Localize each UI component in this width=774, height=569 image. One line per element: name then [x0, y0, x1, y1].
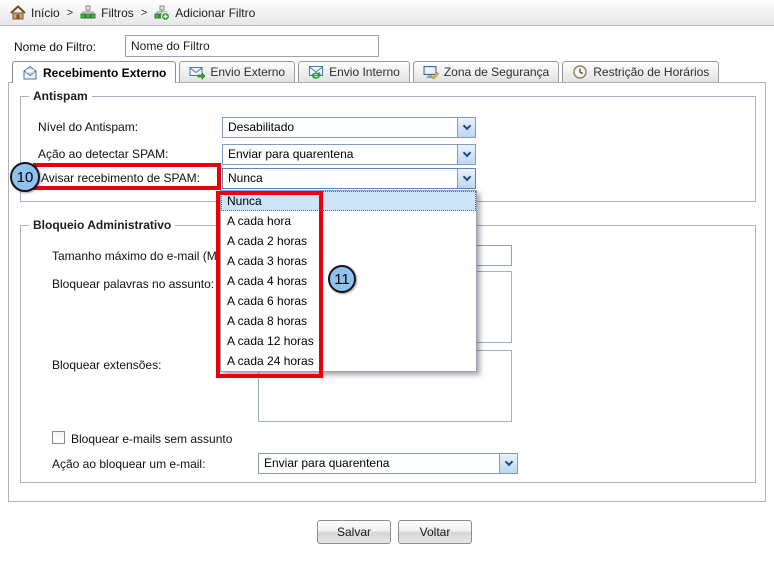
- chevron-down-icon[interactable]: [457, 145, 475, 164]
- select-value: Enviar para quarentena: [223, 145, 457, 164]
- breadcrumb-label: Adicionar Filtro: [175, 6, 255, 20]
- tab-strip: Recebimento Externo Envio Externo: [12, 61, 719, 83]
- acao-detectar-spam-select[interactable]: Enviar para quarentena: [222, 144, 476, 165]
- select-value: Nunca: [223, 169, 457, 188]
- breadcrumb-inicio[interactable]: Início: [10, 5, 60, 21]
- tab-label: Restrição de Horários: [593, 65, 709, 79]
- tab-label: Zona de Segurança: [444, 65, 549, 79]
- breadcrumb-label: Filtros: [101, 6, 134, 20]
- select-value: Enviar para quarentena: [259, 454, 499, 473]
- annotation-badge-11: 11: [328, 265, 356, 293]
- tab-label: Envio Externo: [210, 65, 285, 79]
- select-value: Desabilitado: [223, 118, 457, 137]
- acao-bloquear-label: Ação ao bloquear um e-mail:: [52, 457, 205, 471]
- tab-recebimento-externo[interactable]: Recebimento Externo: [12, 61, 176, 83]
- tab-zona-de-seguranca[interactable]: Zona de Segurança: [413, 61, 559, 82]
- breadcrumb-label: Início: [31, 6, 60, 20]
- chevron-down-icon[interactable]: [457, 169, 475, 188]
- monitor-edit-icon: [423, 64, 439, 80]
- org-chart-add-icon: [154, 5, 170, 21]
- home-icon: [10, 5, 26, 21]
- open-envelope-icon: [22, 65, 38, 81]
- breadcrumb-adicionar-filtro: Adicionar Filtro: [154, 5, 255, 21]
- bloquear-sem-assunto-label: Bloquear e-mails sem assunto: [71, 432, 232, 446]
- antispam-legend: Antispam: [29, 89, 92, 103]
- tab-label: Envio Interno: [329, 65, 400, 79]
- breadcrumb-separator: >: [141, 7, 147, 19]
- tab-label: Recebimento Externo: [43, 66, 166, 80]
- bloquear-sem-assunto-checkbox[interactable]: [52, 431, 65, 444]
- tab-envio-externo[interactable]: Envio Externo: [179, 61, 295, 82]
- chevron-down-icon[interactable]: [457, 118, 475, 137]
- acao-detectar-spam-label: Ação ao detectar SPAM:: [38, 147, 169, 161]
- acao-bloquear-select[interactable]: Enviar para quarentena: [258, 453, 518, 474]
- org-chart-icon: [80, 5, 96, 21]
- dropdown-option[interactable]: A cada 2 horas: [221, 231, 476, 251]
- dropdown-option[interactable]: A cada 6 horas: [221, 291, 476, 311]
- dropdown-option[interactable]: Nunca: [221, 191, 476, 211]
- back-button[interactable]: Voltar: [398, 520, 472, 544]
- bloquear-extensoes-label: Bloquear extensões:: [52, 358, 161, 372]
- tamanho-maximo-label: Tamanho máximo do e-mail (M: [52, 249, 217, 263]
- annotation-badge-10: 10: [10, 162, 40, 192]
- save-button[interactable]: Salvar: [317, 520, 391, 544]
- avisar-recebimento-label: Avisar recebimento de SPAM:: [41, 171, 200, 185]
- tab-restricao-de-horarios[interactable]: Restrição de Horários: [562, 61, 719, 82]
- breadcrumb: Início > Filtros >: [0, 0, 774, 26]
- page: Início > Filtros >: [0, 0, 774, 569]
- envelope-sync-icon: [308, 64, 324, 80]
- breadcrumb-filtros[interactable]: Filtros: [80, 5, 134, 21]
- breadcrumb-separator: >: [67, 7, 73, 19]
- filter-name-label: Nome do Filtro:: [14, 40, 96, 54]
- clock-icon: [572, 64, 588, 80]
- filter-name-input[interactable]: [125, 35, 379, 57]
- envelope-send-icon: [189, 64, 205, 80]
- nivel-antispam-label: Nível do Antispam:: [38, 120, 138, 134]
- dropdown-option[interactable]: A cada 8 horas: [221, 311, 476, 331]
- nivel-antispam-select[interactable]: Desabilitado: [222, 117, 476, 138]
- dropdown-option[interactable]: A cada hora: [221, 211, 476, 231]
- bloqueio-legend: Bloqueio Administrativo: [29, 218, 175, 232]
- bloquear-palavras-label: Bloquear palavras no assunto:: [52, 277, 214, 291]
- tab-envio-interno[interactable]: Envio Interno: [298, 61, 410, 82]
- dropdown-option[interactable]: A cada 24 horas: [221, 351, 476, 371]
- chevron-down-icon[interactable]: [499, 454, 517, 473]
- avisar-recebimento-select[interactable]: Nunca: [222, 168, 476, 189]
- dropdown-option[interactable]: A cada 12 horas: [221, 331, 476, 351]
